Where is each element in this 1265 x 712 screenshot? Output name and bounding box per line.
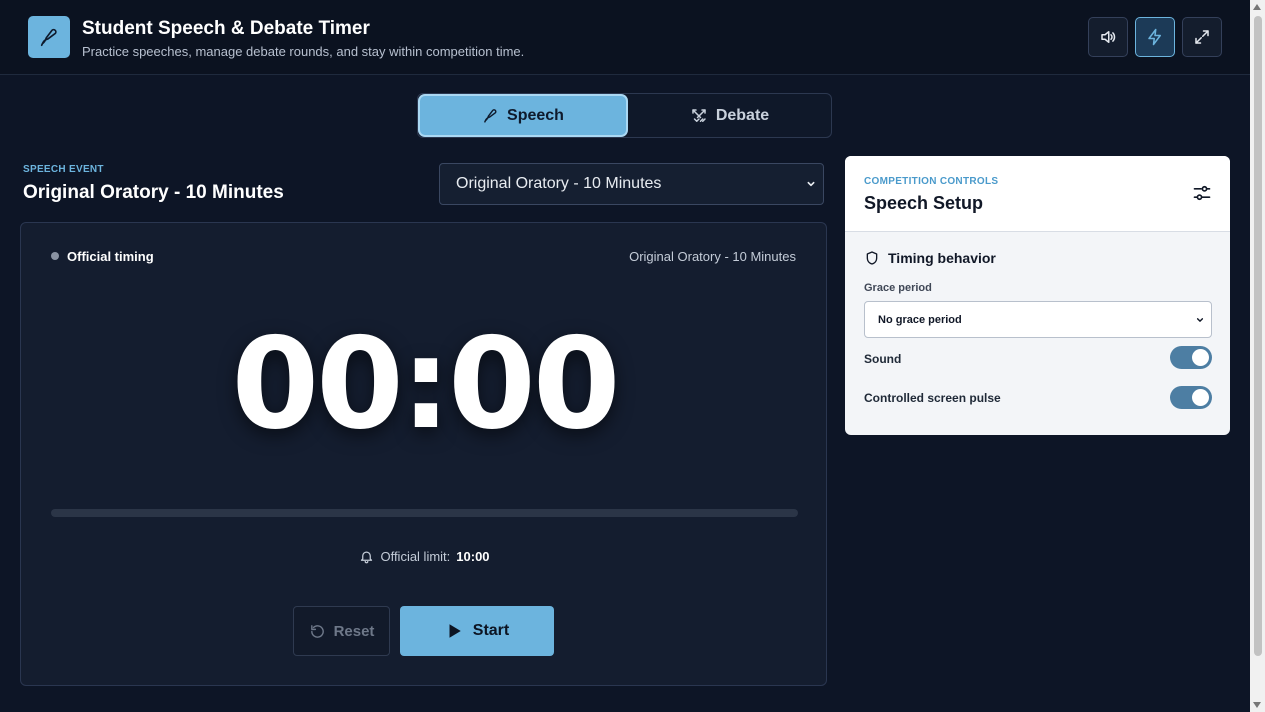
- sliders-icon: [1193, 185, 1211, 201]
- fullscreen-button[interactable]: [1182, 17, 1222, 57]
- settings-button[interactable]: [1192, 183, 1212, 208]
- screen-pulse-label: Controlled screen pulse: [864, 391, 1001, 405]
- fullscreen-icon: [1195, 30, 1209, 44]
- panel-title: Speech Setup: [864, 193, 984, 213]
- event-select-value: Original Oratory - 10 Minutes: [456, 175, 662, 192]
- event-eyebrow: SPEECH EVENT: [23, 164, 104, 175]
- mode-tabs: Speech Debate: [417, 93, 832, 138]
- card-event-name: Original Oratory - 10 Minutes: [629, 249, 796, 264]
- app-subtitle: Practice speeches, manage debate rounds,…: [82, 44, 525, 59]
- limit-label: Official limit:: [380, 549, 451, 564]
- page-scrollbar[interactable]: [1250, 0, 1265, 712]
- panel-eyebrow: COMPETITION CONTROLS: [864, 176, 999, 187]
- lightning-icon: [1148, 28, 1161, 46]
- tab-speech[interactable]: Speech: [420, 96, 626, 135]
- tab-debate[interactable]: Debate: [628, 96, 831, 135]
- pen-nib-icon: [484, 109, 497, 123]
- shield-icon: [866, 251, 878, 265]
- screen-pulse-toggle[interactable]: [1170, 386, 1212, 409]
- timer-display: 00:00: [231, 310, 620, 457]
- start-button[interactable]: Start: [400, 606, 554, 656]
- reset-button[interactable]: Reset: [293, 606, 390, 656]
- bell-icon: [361, 551, 373, 564]
- reset-icon: [310, 624, 324, 638]
- sound-label: Sound: [864, 352, 902, 366]
- competition-controls-panel: COMPETITION CONTROLS Speech Setup Timing…: [845, 156, 1230, 435]
- panel-header: COMPETITION CONTROLS Speech Setup: [845, 156, 1230, 232]
- status-dot: [51, 252, 59, 260]
- tab-speech-label: Speech: [507, 106, 564, 124]
- limit-value: 10:00: [456, 549, 490, 564]
- chevron-down-icon: [807, 181, 815, 187]
- official-limit: Official limit: 10:00: [21, 549, 828, 564]
- swords-icon: [692, 108, 706, 122]
- quick-mode-button[interactable]: [1135, 17, 1175, 57]
- status-label: Official timing: [67, 249, 154, 264]
- progress-bar: [51, 509, 798, 517]
- grace-period-label: Grace period: [864, 282, 932, 294]
- app-header: Student Speech & Debate Timer Practice s…: [0, 0, 1250, 75]
- sound-button[interactable]: [1088, 17, 1128, 57]
- tab-debate-label: Debate: [715, 106, 770, 124]
- toggle-knob: [1192, 389, 1209, 406]
- grace-period-select[interactable]: No grace period: [864, 301, 1212, 338]
- grace-period-value: No grace period: [878, 313, 962, 326]
- volume-icon: [1101, 31, 1116, 43]
- reset-label: Reset: [333, 622, 375, 640]
- sound-toggle[interactable]: [1170, 346, 1212, 369]
- scroll-up-arrow[interactable]: [1253, 4, 1261, 10]
- timing-behavior-heading: Timing behavior: [864, 250, 996, 266]
- toggle-knob: [1192, 349, 1209, 366]
- start-label: Start: [472, 622, 510, 639]
- play-icon: [449, 624, 461, 638]
- pen-nib-icon: [28, 16, 70, 58]
- event-title: Original Oratory - 10 Minutes: [23, 182, 284, 203]
- scroll-thumb[interactable]: [1254, 16, 1262, 656]
- event-select[interactable]: Original Oratory - 10 Minutes: [439, 163, 824, 205]
- app-title: Student Speech & Debate Timer: [82, 18, 370, 39]
- scroll-down-arrow[interactable]: [1253, 702, 1261, 708]
- timer-card: Official timing Original Oratory - 10 Mi…: [20, 222, 827, 686]
- chevron-down-icon: [1196, 318, 1204, 322]
- timing-behavior-label: Timing behavior: [888, 250, 996, 266]
